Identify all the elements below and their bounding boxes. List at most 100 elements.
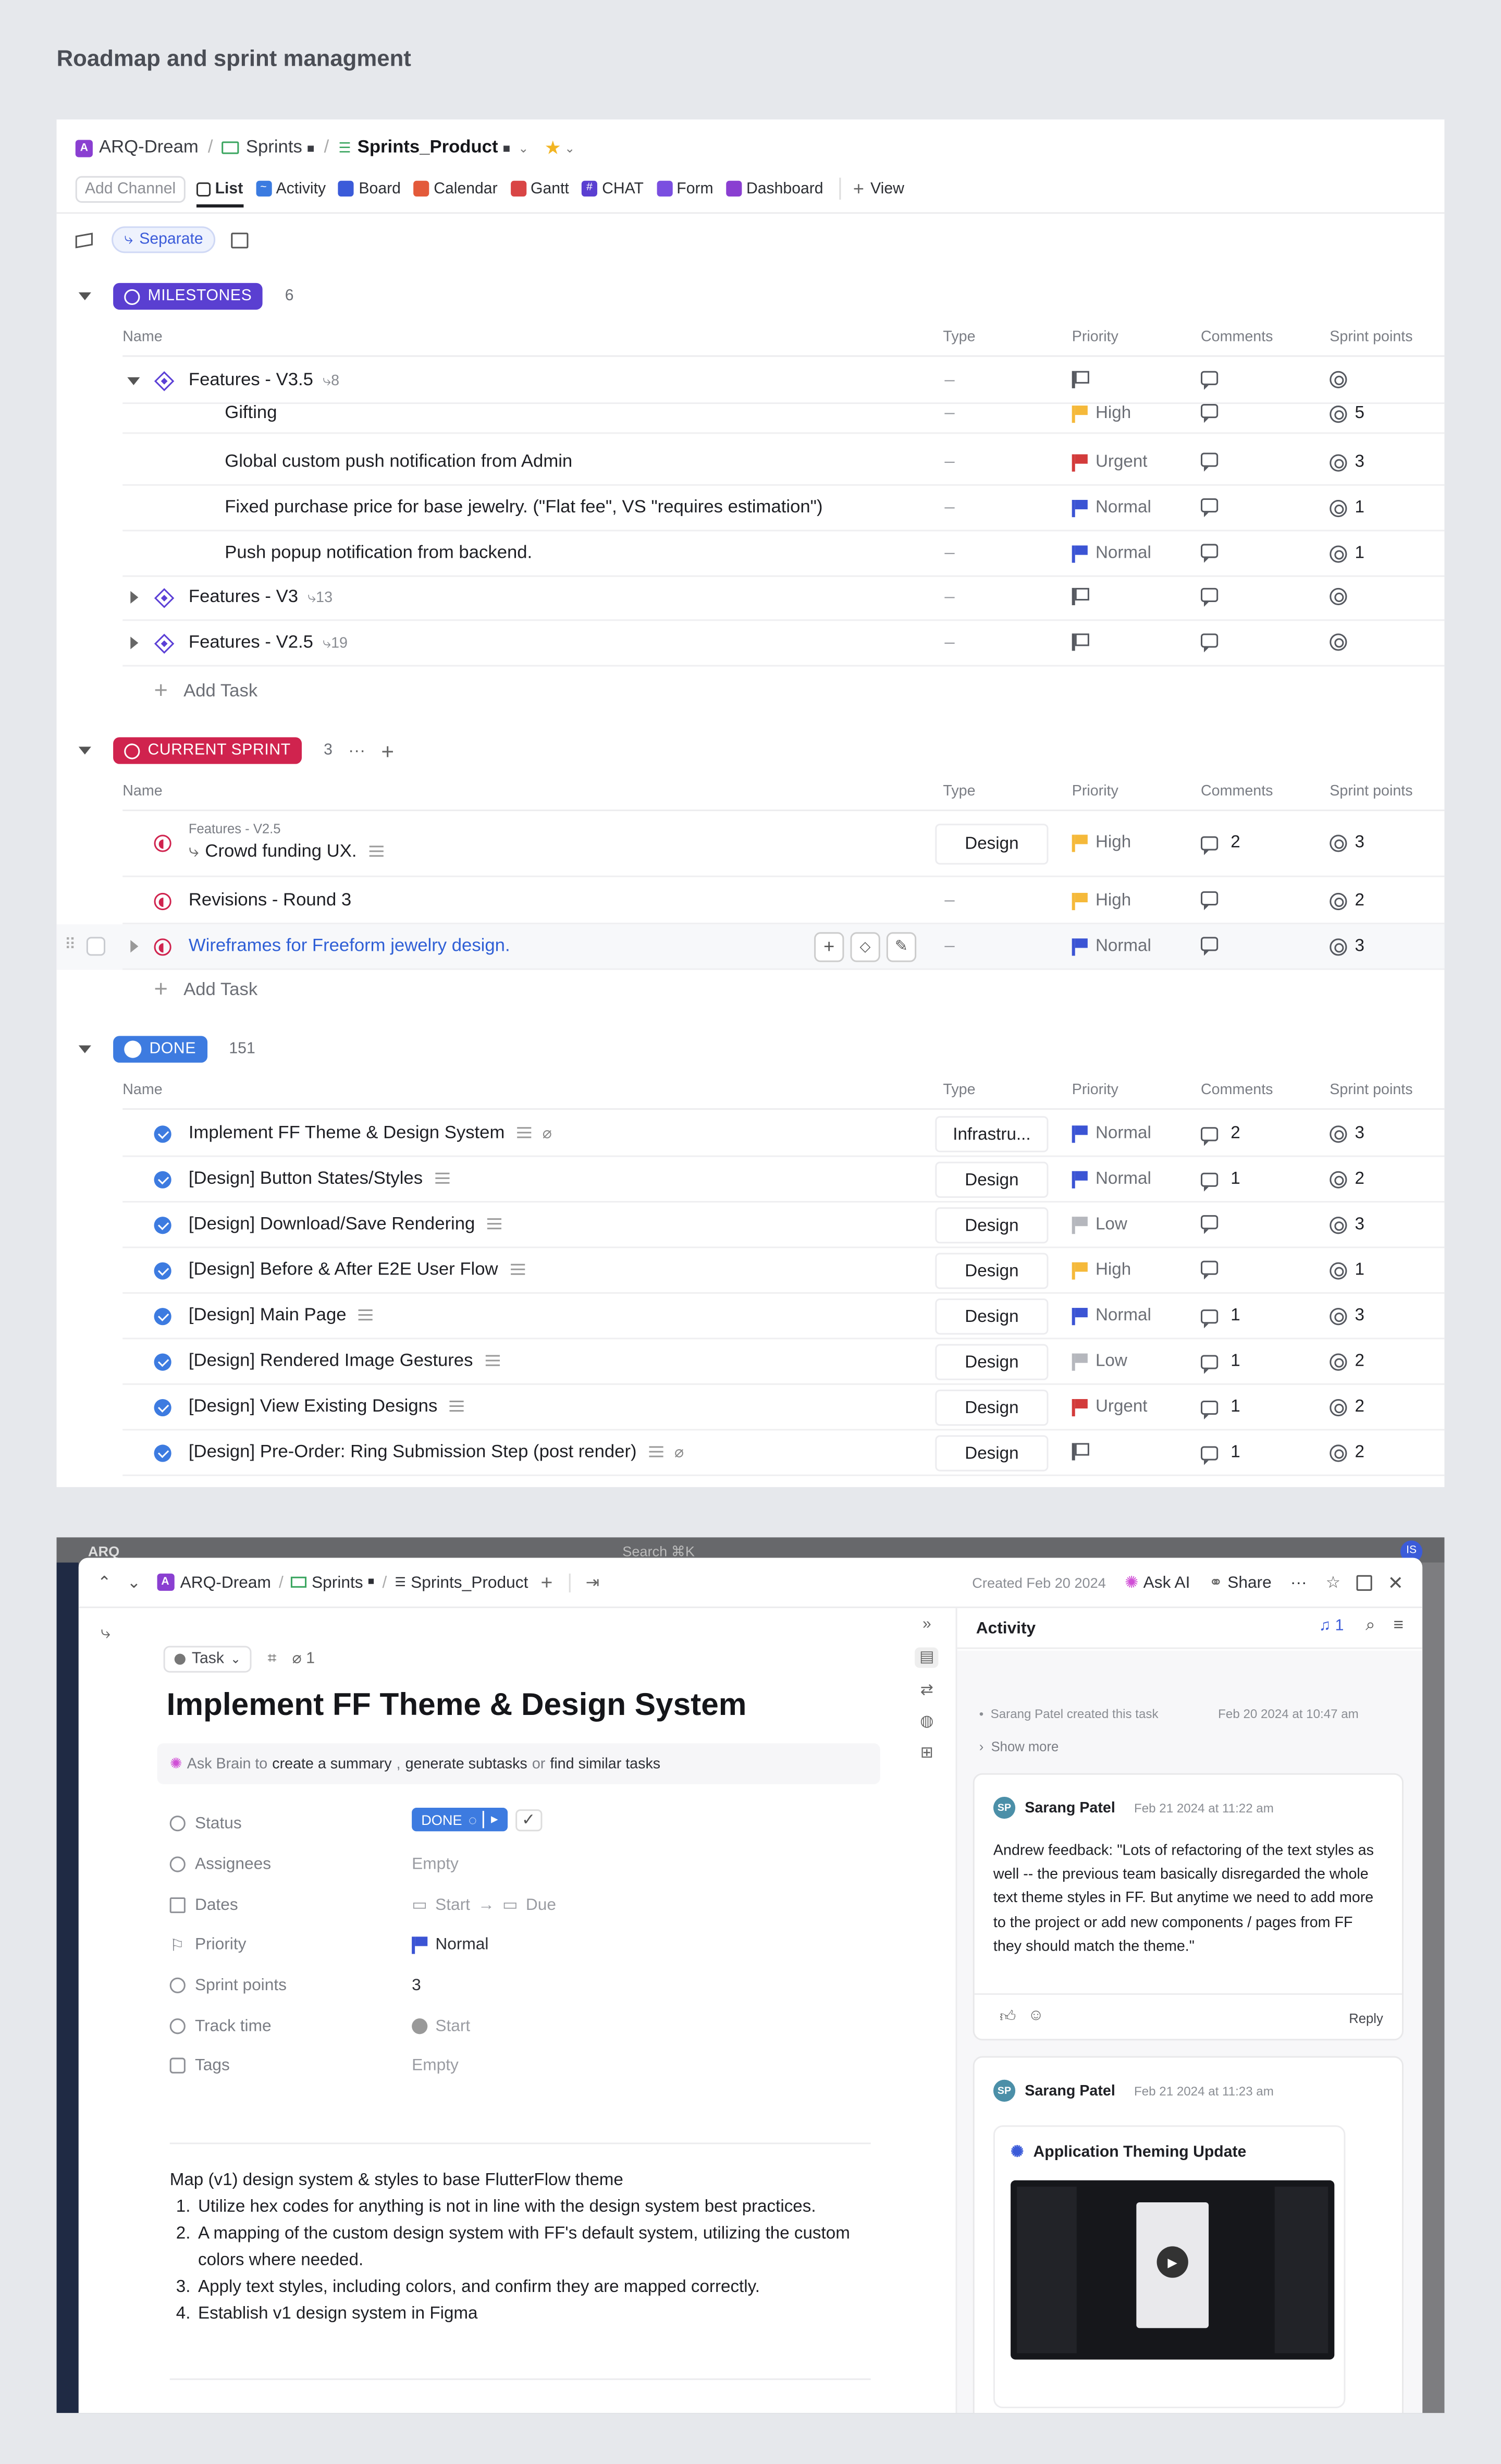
- table-row[interactable]: Global custom push notification from Adm…: [57, 440, 1445, 486]
- layout-icon[interactable]: [1356, 1574, 1372, 1590]
- notification-bell[interactable]: ♫ 1: [1319, 1617, 1344, 1635]
- col-sprint-points[interactable]: Sprint points: [1330, 328, 1412, 346]
- task-name[interactable]: Features - V3 ⤷ 13: [189, 588, 333, 607]
- col-name[interactable]: Name: [122, 783, 162, 800]
- more-icon[interactable]: ···: [1290, 1573, 1307, 1591]
- type-cell[interactable]: Design: [935, 1253, 1049, 1289]
- sprint-status-icon[interactable]: [154, 892, 171, 911]
- sprint-status-icon[interactable]: [154, 835, 171, 852]
- find-similar-link[interactable]: find similar tasks: [550, 1755, 660, 1772]
- col-type[interactable]: Type: [943, 328, 975, 346]
- type-cell[interactable]: –: [944, 588, 954, 607]
- expand-caret-icon[interactable]: [130, 591, 139, 604]
- apps-icon[interactable]: ⊞: [920, 1745, 933, 1762]
- task-name[interactable]: Gifting: [225, 404, 277, 423]
- table-row[interactable]: Implement FF Theme & Design System ⌀ Infr…: [57, 1111, 1445, 1157]
- comment-author[interactable]: Sarang Patel: [1025, 2082, 1115, 2099]
- type-cell[interactable]: –: [944, 633, 954, 652]
- comments-cell[interactable]: [1200, 498, 1219, 518]
- star-icon[interactable]: ★: [545, 137, 561, 158]
- task-name[interactable]: [Design] Button States/Styles: [189, 1170, 450, 1188]
- sprint-points-cell[interactable]: 3: [1330, 1124, 1364, 1143]
- sprint-points-cell[interactable]: 3: [1330, 833, 1364, 852]
- priority-cell[interactable]: High: [1072, 891, 1131, 910]
- sprint-points-cell[interactable]: 3: [1330, 1306, 1364, 1325]
- table-row[interactable]: [Design] Download/Save Rendering Design …: [57, 1203, 1445, 1248]
- col-priority[interactable]: Priority: [1072, 783, 1118, 800]
- task-name[interactable]: [Design] Rendered Image Gestures: [189, 1352, 500, 1371]
- add-subtask-button[interactable]: +: [814, 932, 844, 962]
- sprint-points-cell[interactable]: 2: [1330, 891, 1364, 910]
- video-thumbnail[interactable]: ▶: [1011, 2180, 1335, 2360]
- tab-activity[interactable]: ~ Activity: [255, 175, 326, 203]
- edit-pencil-icon[interactable]: ✎: [886, 932, 917, 962]
- sprint-points-cell[interactable]: 1: [1330, 498, 1364, 517]
- avatar[interactable]: SP: [993, 2079, 1016, 2102]
- add-task-button[interactable]: + Add Task: [154, 976, 258, 1003]
- comments-cell[interactable]: [1200, 633, 1219, 653]
- chevron-up-icon[interactable]: ⌃: [97, 1573, 112, 1591]
- comments-cell[interactable]: [1200, 452, 1219, 472]
- comments-cell[interactable]: 2: [1200, 833, 1240, 855]
- globe-icon[interactable]: ◍: [920, 1713, 933, 1731]
- attachment-embed[interactable]: ✺ Application Theming Update ▶: [993, 2125, 1346, 2409]
- comments-cell[interactable]: 2: [1200, 1124, 1240, 1145]
- table-row[interactable]: Features - V2.5 ⤷ 19 –: [57, 621, 1445, 667]
- tag-button[interactable]: ◇: [850, 932, 880, 962]
- milestones-badge[interactable]: MILESTONES: [113, 283, 263, 310]
- chevron-down-icon[interactable]: ⌄: [518, 141, 528, 155]
- comments-cell[interactable]: [1200, 544, 1219, 563]
- done-check-icon[interactable]: [154, 1171, 171, 1188]
- task-title[interactable]: Implement FF Theme & Design System: [167, 1688, 747, 1724]
- comments-cell[interactable]: [1200, 937, 1219, 956]
- priority-cell[interactable]: Urgent: [1072, 1398, 1148, 1416]
- priority-cell[interactable]: [1072, 633, 1089, 651]
- comment-icon[interactable]: ▤: [915, 1647, 939, 1668]
- priority-cell[interactable]: [1072, 587, 1089, 606]
- comments-cell[interactable]: [1200, 404, 1219, 423]
- emoji-icon[interactable]: ☺: [1028, 2007, 1044, 2025]
- task-name[interactable]: [Design] Download/Save Rendering: [189, 1215, 502, 1234]
- subtask-count[interactable]: ⤷ 8: [323, 373, 339, 390]
- done-check-icon[interactable]: [154, 1399, 171, 1417]
- dates-value[interactable]: ▭ Start → ▭ Due: [412, 1896, 556, 1915]
- comment-author[interactable]: Sarang Patel: [1025, 1799, 1115, 1816]
- sync-icon[interactable]: ⇄: [920, 1682, 933, 1699]
- table-row[interactable]: Features - V3 ⤷ 13 –: [57, 575, 1445, 621]
- attachment-count[interactable]: ⌀ 1: [292, 1650, 315, 1668]
- priority-cell[interactable]: Normal: [1072, 544, 1151, 563]
- start-date[interactable]: Start: [435, 1896, 470, 1915]
- ai-scan-icon[interactable]: ⌗: [267, 1650, 276, 1668]
- drag-handle-icon[interactable]: ⠿: [65, 937, 76, 954]
- table-row[interactable]: Fixed purchase price for base jewelry. (…: [57, 486, 1445, 532]
- done-check-icon[interactable]: [154, 1353, 171, 1371]
- type-cell[interactable]: Design: [935, 1298, 1049, 1335]
- breadcrumb-space[interactable]: Sprints: [246, 138, 302, 157]
- sprint-points-cell[interactable]: [1330, 371, 1347, 388]
- next-status-arrow-icon[interactable]: ▸: [483, 1811, 498, 1829]
- table-row[interactable]: [Design] Pre-Order: Ring Submission Step…: [57, 1430, 1445, 1476]
- type-cell[interactable]: Infrastru...: [935, 1116, 1049, 1153]
- comments-cell[interactable]: [1200, 371, 1219, 390]
- priority-cell[interactable]: Normal: [1072, 937, 1151, 956]
- expand-caret-icon[interactable]: [130, 940, 139, 953]
- priority-cell[interactable]: Normal: [1072, 1124, 1151, 1143]
- tab-board[interactable]: Board: [338, 175, 401, 203]
- tab-dashboard[interactable]: Dashboard: [725, 175, 823, 203]
- chevron-down-icon[interactable]: ⌄: [564, 141, 575, 155]
- ask-ai-button[interactable]: ✺ Ask AI: [1125, 1573, 1190, 1591]
- done-badge[interactable]: DONE: [113, 1036, 207, 1063]
- more-icon[interactable]: ···: [348, 741, 365, 760]
- task-name[interactable]: [Design] Pre-Order: Ring Submission Step…: [189, 1443, 684, 1462]
- comments-cell[interactable]: 1: [1200, 1306, 1240, 1328]
- favorite-icon[interactable]: ☆: [1326, 1573, 1340, 1591]
- task-name[interactable]: Wireframes for Freeform jewelry design.: [189, 937, 510, 955]
- priority-cell[interactable]: Low: [1072, 1215, 1127, 1234]
- type-cell[interactable]: Design: [935, 824, 1049, 865]
- sprint-points-value[interactable]: 3: [412, 1976, 421, 1995]
- type-cell[interactable]: –: [944, 498, 954, 517]
- col-type[interactable]: Type: [943, 1082, 975, 1099]
- task-description[interactable]: Map (v1) design system & styles to base …: [170, 2168, 877, 2328]
- layers-icon[interactable]: [75, 231, 93, 248]
- breadcrumb-list[interactable]: Sprints_Product: [411, 1573, 528, 1591]
